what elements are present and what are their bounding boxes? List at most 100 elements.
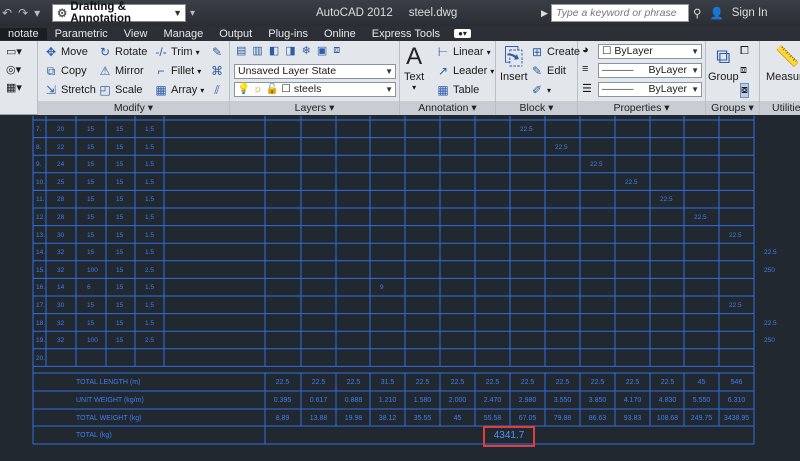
dropdown-icon[interactable]: ▾: [34, 6, 40, 20]
move-icon: ✥: [45, 45, 57, 59]
tab-plugins[interactable]: Plug-ins: [260, 28, 316, 40]
color-select[interactable]: ☐ ByLayer ▼: [598, 44, 702, 59]
group-selection-icon[interactable]: ⧇: [740, 83, 749, 98]
rotate-button[interactable]: ↻ Rotate: [98, 45, 147, 59]
copy-icon: ⧉: [46, 64, 56, 78]
tab-output[interactable]: Output: [211, 28, 260, 40]
edit-block-button[interactable]: ✎ Edit: [530, 64, 566, 78]
groups-panel-title[interactable]: Groups ▾: [706, 101, 759, 115]
total-weight-value: 19.98: [344, 415, 363, 422]
tab-express-tools[interactable]: Express Tools: [364, 28, 448, 40]
bar-length: 1.5: [145, 249, 155, 257]
linear-button[interactable]: ⊢ Linear ▾: [436, 45, 491, 59]
customize-arrow-icon[interactable]: ▾: [190, 4, 195, 22]
properties-panel-title[interactable]: Properties ▾: [578, 101, 705, 115]
undo-icon[interactable]: ↶: [2, 6, 12, 20]
row-number: 19.: [36, 337, 46, 345]
total-weight-value: 8.89: [275, 415, 290, 422]
group-button[interactable]: ⧉ Group: [708, 43, 739, 83]
layer-state-select[interactable]: Unsaved Layer State ▼: [234, 64, 396, 79]
bar-length: 1.5: [145, 319, 155, 327]
trim-icon: -/-: [155, 45, 167, 59]
text-button[interactable]: A Text ▾: [404, 43, 424, 92]
copy-button[interactable]: ⧉ Copy: [44, 64, 87, 78]
explode-button[interactable]: ⌘: [210, 64, 224, 78]
measure-button[interactable]: 📏 Measure: [766, 43, 800, 83]
table-button[interactable]: ▦ Table: [436, 83, 479, 97]
tab-manage[interactable]: Manage: [155, 28, 211, 40]
hatch-icon[interactable]: ▦▾: [6, 81, 22, 94]
redo-icon[interactable]: ↷: [18, 6, 28, 20]
layer-select[interactable]: 💡 ☼ 🔓 ☐ steels ▼: [234, 82, 396, 97]
layer-match-icon[interactable]: ⧈: [333, 44, 340, 57]
unit-weight-value: 2.980: [518, 397, 537, 404]
total-length-value: 45: [697, 379, 706, 386]
lineweight-icon[interactable]: ≡: [582, 63, 588, 75]
layer-off-icon[interactable]: ◨: [285, 44, 295, 57]
sign-in-link[interactable]: Sign In: [732, 7, 768, 19]
color-swatch-icon: ☐: [281, 83, 291, 95]
tab-online[interactable]: Online: [316, 28, 364, 40]
tab-view[interactable]: View: [116, 28, 156, 40]
move-button[interactable]: ✥ Move: [44, 45, 88, 59]
tab-annotate[interactable]: notate: [0, 27, 47, 40]
row-number: 11.: [36, 196, 45, 204]
layer-states-icon[interactable]: ▥: [252, 44, 262, 57]
trim-button[interactable]: -/- Trim ▾: [154, 45, 199, 59]
workspace-select[interactable]: ⚙ Drafting & Annotation ▼: [52, 1, 186, 25]
linetype-icon[interactable]: ☰: [582, 82, 592, 95]
chevron-down-icon: ▼: [173, 8, 182, 18]
explode-icon: ⌘: [211, 64, 223, 78]
chevron-down-icon: ▼: [385, 67, 393, 76]
offset-button[interactable]: ⫽: [210, 83, 224, 97]
erase-button[interactable]: ✎: [210, 45, 224, 59]
array-button[interactable]: ▦ Array ▾: [154, 83, 204, 97]
scale-button[interactable]: ◰ Scale: [98, 83, 142, 97]
panel-toggle-icon[interactable]: ●▾: [454, 29, 471, 38]
group-edit-icon[interactable]: ⧈: [740, 64, 747, 77]
create-block-button[interactable]: ⊞ Create: [530, 45, 580, 59]
layer-isolate-icon[interactable]: ◧: [269, 44, 279, 57]
tab-parametric[interactable]: Parametric: [47, 28, 116, 40]
annotation-panel-title[interactable]: Annotation ▾: [400, 101, 495, 115]
utilities-panel-title[interactable]: Utilities: [760, 101, 800, 115]
unit-weight-value: 3.850: [588, 397, 607, 404]
ungroup-icon[interactable]: ⧠: [740, 45, 749, 58]
stretch-button[interactable]: ⇲ Stretch: [44, 83, 96, 97]
bar-diameter: 22: [57, 143, 65, 151]
leader-button[interactable]: ↗ Leader ▾: [436, 64, 494, 78]
bar-weight-mark: 250: [764, 337, 775, 345]
linetype-select[interactable]: ——— ByLayer ▼: [598, 63, 702, 78]
rectangle-icon[interactable]: ▭▾: [6, 45, 22, 58]
scale-icon: ◰: [99, 83, 111, 97]
binoculars-icon[interactable]: ⚲: [693, 6, 701, 20]
total-length-value: 22.5: [555, 379, 570, 386]
row-number: 12.: [36, 214, 46, 221]
unit-weight-value: 5.550: [692, 397, 711, 404]
fillet-button[interactable]: ⌐ Fillet ▾: [154, 64, 201, 78]
bar-spacing: 15: [116, 178, 124, 186]
ellipse-icon[interactable]: ◎▾: [6, 63, 21, 76]
layers-panel-title[interactable]: Layers ▾: [230, 101, 399, 115]
stretch-icon: ⇲: [45, 83, 57, 97]
layer-properties-icon[interactable]: ▤: [236, 44, 246, 57]
insert-button[interactable]: ⎘ Insert: [500, 43, 528, 83]
bar-count: 15: [87, 302, 95, 309]
color-wheel-icon[interactable]: ◕: [582, 44, 589, 56]
attribute-button[interactable]: ✐ ▾: [530, 83, 551, 97]
layer-freeze-icon[interactable]: ❄: [302, 44, 311, 57]
attribute-icon: ✐: [531, 83, 543, 97]
bar-spacing: 15: [116, 214, 124, 221]
modify-panel-title[interactable]: Modify ▾: [38, 101, 229, 115]
block-panel-title[interactable]: Block ▾: [496, 101, 577, 115]
layer-lock-icon[interactable]: ▣: [317, 44, 327, 57]
drawing-canvas[interactable]: 7. 20 15 15 1.5 22.5 8. 22 15 15 1.5 22.5 9. 24 15 15 1.…: [0, 116, 800, 461]
bar-diameter: 32: [57, 337, 65, 345]
insert-block-icon: ⎘: [504, 43, 524, 70]
bar-count: 100: [87, 337, 98, 345]
search-input[interactable]: Type a keyword or phrase: [551, 4, 689, 22]
mirror-button[interactable]: ⚠ Mirror: [98, 64, 144, 78]
expand-icon[interactable]: ▶: [541, 4, 548, 22]
total-length-value: 22.5: [275, 379, 290, 386]
lineweight-select[interactable]: ——— ByLayer ▼: [598, 82, 702, 97]
